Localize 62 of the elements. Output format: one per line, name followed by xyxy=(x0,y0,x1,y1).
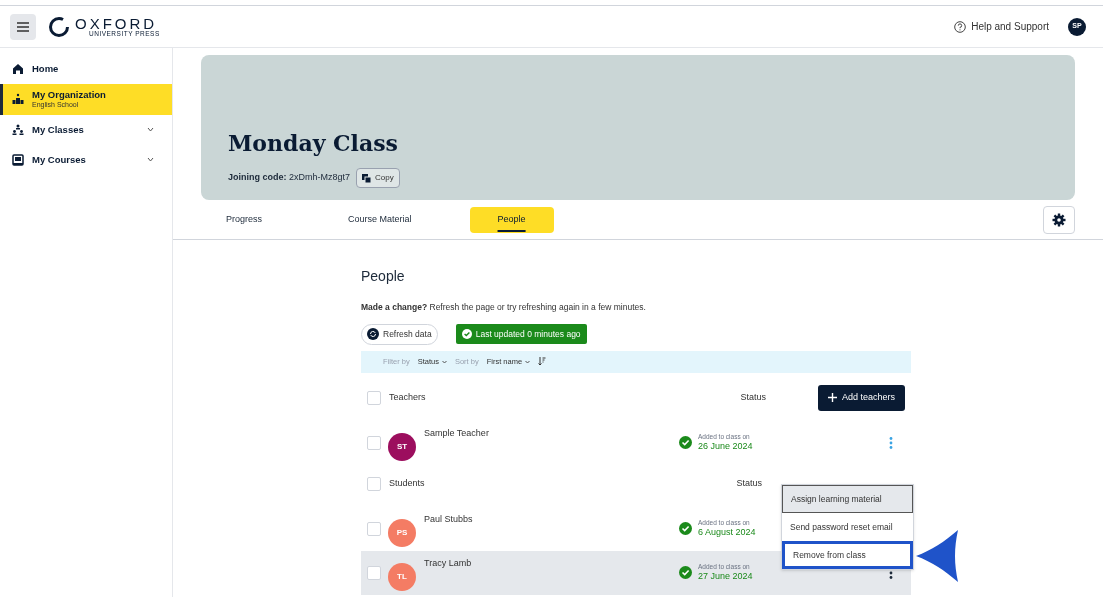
help-icon xyxy=(954,20,967,33)
chevron-icon xyxy=(147,157,154,163)
plus-icon xyxy=(827,393,837,403)
sort-order-icon[interactable] xyxy=(538,357,547,367)
copy-icon xyxy=(362,173,372,183)
status-date: 6 August 2024 xyxy=(698,527,756,539)
add-teachers-button[interactable]: Add teachers xyxy=(817,384,905,411)
checkbox[interactable] xyxy=(367,521,381,536)
sidebar-item[interactable]: My Courses xyxy=(0,144,172,175)
status-date: 26 June 2024 xyxy=(698,441,753,453)
settings-icon xyxy=(1052,212,1066,227)
chevron-icon xyxy=(147,127,154,133)
person-name: Tracy Lamb xyxy=(424,556,472,570)
refresh-icon xyxy=(367,328,379,341)
column-header: Status xyxy=(736,477,762,490)
status-text: Last updated 0 minutes ago xyxy=(475,327,581,341)
joining-code: Joining code: 2xDmh-Mz8gt7 xyxy=(228,171,351,185)
tab[interactable]: Course Material xyxy=(320,206,440,233)
section-title: People xyxy=(361,267,406,286)
menu-icon xyxy=(16,20,30,33)
checkbox[interactable] xyxy=(367,390,381,405)
organization-icon xyxy=(12,93,24,106)
sidebar-item[interactable]: My Classes xyxy=(0,114,172,145)
checkbox[interactable] xyxy=(367,435,381,450)
status-date: 27 June 2024 xyxy=(698,571,753,583)
help-link[interactable]: Help and Support xyxy=(971,19,1049,34)
settings-button[interactable] xyxy=(1043,205,1075,234)
sidebar-label: Home xyxy=(32,63,59,75)
sidebar-label: My Courses xyxy=(32,153,86,166)
user-avatar: TL xyxy=(388,562,416,591)
person-name: Sample Teacher xyxy=(424,426,489,440)
check-icon xyxy=(679,436,692,450)
check-icon xyxy=(461,329,472,340)
check-icon xyxy=(679,566,692,580)
group-header: Students xyxy=(389,477,425,490)
menu-button[interactable] xyxy=(10,13,36,40)
info-text: Made a change? Refresh the page or try refreshing again in a few minutes. xyxy=(361,301,647,314)
sidebar-label: My Classes xyxy=(32,123,84,136)
caret-icon xyxy=(525,359,531,364)
tab[interactable]: People xyxy=(469,206,554,233)
sidebar-label: My Organization xyxy=(32,89,106,101)
person-name: Paul Stubbs xyxy=(424,512,473,526)
column-header: Status xyxy=(740,391,766,404)
tab[interactable]: Progress xyxy=(198,206,290,233)
sidebar-item[interactable]: Home xyxy=(0,54,172,84)
caret-icon xyxy=(441,359,447,364)
checkbox[interactable] xyxy=(367,565,381,580)
user-avatar: PS xyxy=(388,518,416,547)
class-title: Monday Class xyxy=(228,129,399,158)
check-icon xyxy=(679,522,692,536)
user-avatar: ST xyxy=(388,432,416,461)
logo-icon xyxy=(48,15,70,38)
menu-item[interactable]: Assign learning material xyxy=(782,485,913,513)
book-icon xyxy=(12,153,24,166)
copy-button[interactable]: Copy xyxy=(356,168,400,188)
home-icon xyxy=(12,63,24,75)
checkbox[interactable] xyxy=(367,476,381,491)
menu-item[interactable]: Send password reset email xyxy=(782,513,913,541)
group-header: Teachers xyxy=(389,391,426,404)
menu-item[interactable]: Remove from class xyxy=(782,541,913,569)
people-icon xyxy=(12,123,24,136)
logo-text: OXFORD xyxy=(75,15,158,31)
